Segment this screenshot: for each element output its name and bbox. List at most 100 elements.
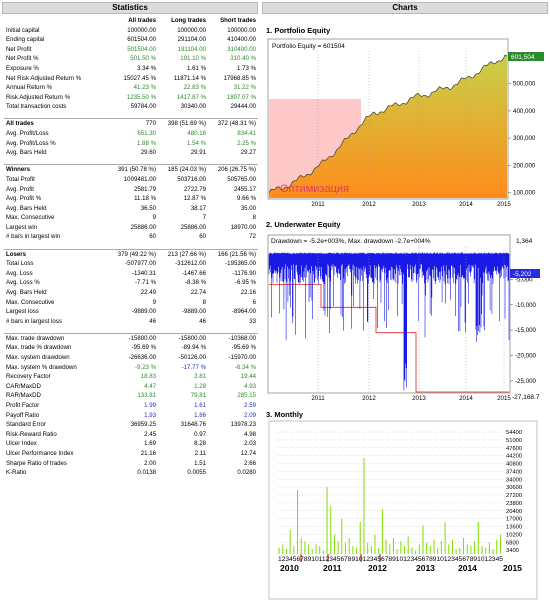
metric-row: Annual Return % 41.23 % 22.83 % 31.22 %	[4, 83, 258, 93]
metric-value: 0.0055	[187, 469, 206, 477]
metric-row: Ulcer Performance Index 21.16 2.11 12.74	[4, 449, 258, 459]
equity-chart: Portfolio Equity = 601504 Оптимизация 10…	[267, 38, 544, 208]
metric-value: 0.0138	[137, 469, 156, 477]
y-tick-label: 30600	[506, 485, 522, 491]
monthly-chart-title: 3. Monthly	[266, 410, 304, 419]
metric-label: All trades	[4, 118, 108, 130]
metric-value: -15800.00	[108, 332, 158, 344]
x-tick-label: 2011	[311, 395, 325, 402]
metric-label: Max. system % drawdown	[6, 363, 77, 371]
metric-label: Net Profit	[6, 45, 32, 53]
metric-row: # bars in largest loss 46 46 33	[4, 317, 258, 327]
metric-value: 213 (27.66 %)	[158, 248, 208, 260]
metric-value: 1.28	[194, 382, 206, 390]
metric-row: Recovery Factor 18.83 3.81 19.44	[4, 372, 258, 382]
metric-value: 100000.00	[127, 26, 156, 34]
metric-label: Avg. Profit/Loss %	[6, 139, 56, 147]
metric-row: Max. system % drawdown -9.23 % -17.77 % -6.…	[4, 363, 258, 373]
metric-value: 503716.00	[177, 175, 206, 183]
metric-row: Largest win 25886.00 25886.00 18970.00	[4, 223, 258, 233]
y-tick-label: 200,000	[513, 162, 536, 169]
metric-value: 9.66 %	[237, 195, 256, 203]
metric-value: 1.73 %	[237, 64, 256, 72]
year-label: 2013	[416, 563, 435, 573]
metric-value: 46	[149, 317, 156, 325]
metric-label: Total Loss	[6, 260, 34, 268]
metric-value: 30340.00	[180, 103, 206, 111]
metric-row: Standard Error 36959.25 31648.76 13978.23	[4, 420, 258, 430]
section-row: Winners 391 (50.78 %) 185 (24.03 %) 206 (26…	[4, 164, 258, 175]
metric-value: 2.03	[244, 440, 256, 448]
y-tick-label: -10,000	[515, 302, 537, 309]
metric-value: 19.44	[240, 373, 256, 381]
metric-value: 25886.00	[130, 223, 156, 231]
metric-row: Ending capital 601504.00 291104.00 410400.0…	[4, 35, 258, 45]
metric-value: 2.25 %	[237, 139, 256, 147]
metric-value: 11871.14 %	[173, 74, 206, 82]
metric-label: Avg. Loss %	[6, 279, 40, 287]
metric-row: Exposure % 3.34 % 1.61 % 1.73 %	[4, 64, 258, 74]
metric-value: 9	[152, 214, 156, 222]
y-tick-label: 6800	[506, 540, 519, 546]
metric-value: 0.0280	[237, 469, 256, 477]
metric-label: Avg. Profit	[6, 185, 34, 193]
metric-value: 1.51	[194, 459, 206, 467]
metric-row: Avg. Profit/Loss % 1.88 % 1.54 % 2.25 %	[4, 139, 258, 149]
metric-value: 25886.00	[180, 223, 206, 231]
metric-label: RAR/MaxDD	[6, 392, 41, 400]
y-tick-label: 20400	[506, 509, 522, 515]
metric-row: K-Ratio 0.0138 0.0055 0.0280	[4, 468, 258, 478]
metric-label: Exposure %	[6, 64, 39, 72]
optimization-label: Оптимизация	[280, 183, 349, 195]
metric-value: -95.69 %	[131, 344, 156, 352]
metric-label: Max. trade % drawdown	[6, 344, 72, 352]
metric-value: 310400.00	[227, 45, 256, 53]
y-tick-label: 47600	[506, 446, 522, 452]
monthly-chart: 54400 51000 47600 44200 4080037400 34000 30600…	[268, 420, 538, 600]
metric-label: Annual Return %	[6, 84, 53, 92]
metric-value: 33	[249, 317, 256, 325]
underwater-min-value: -27,168.7	[512, 394, 540, 401]
metric-row: Avg. Loss -1340.31 -1467.66 -1176.90	[4, 269, 258, 279]
metric-label: K-Ratio	[6, 469, 27, 477]
metric-row: Total Profit 1009481.00 503716.00 505765.00	[4, 175, 258, 185]
metric-label: Max. trade drawdown	[4, 332, 108, 344]
metric-value: 18970.00	[230, 223, 256, 231]
y-tick-label: 44200	[506, 454, 522, 460]
metric-value: -8964.00	[231, 308, 256, 316]
metric-row: Payoff Ratio 1.93 1.86 2.09	[4, 411, 258, 421]
metric-value: -15800.00	[158, 332, 208, 344]
year-label: 2015	[503, 563, 522, 573]
x-tick-label: 2012	[362, 201, 376, 208]
metric-label: Total transaction costs	[6, 103, 67, 111]
y-tick-label: 51000	[506, 438, 522, 444]
metric-value: 651.30	[137, 130, 156, 138]
y-tick-label: 500,000	[513, 81, 536, 88]
underwater-legend: Drawdown = -5.2e+003%, Max. drawdown -2.…	[271, 238, 431, 245]
metric-value: 2.66	[244, 459, 256, 467]
metric-label: Net Risk Adjusted Return %	[6, 74, 82, 82]
metric-value: 36.50	[140, 204, 156, 212]
metric-value: 834.41	[237, 130, 256, 138]
metric-row: Risk Adjusted Return % 1235.50 % 1417.87 %…	[4, 93, 258, 103]
metric-value: 285.15	[237, 392, 256, 400]
metric-value: 22.16	[240, 288, 256, 296]
metric-value: -6.34 %	[234, 363, 256, 371]
metric-label: Ulcer Performance Index	[6, 449, 74, 457]
metric-value: -312612.00	[175, 260, 206, 268]
metric-label: Max. Consecutive	[6, 214, 55, 222]
metric-value: 1009481.00	[123, 175, 156, 183]
section-row: All trades 770 398 (51.69 %) 372 (48.31 %)	[4, 118, 258, 130]
metric-label: Standard Error	[6, 421, 46, 429]
metric-value: 398 (51.69 %)	[158, 118, 208, 130]
year-label: 2011	[323, 563, 342, 573]
column-header: All trades	[128, 17, 156, 24]
statistics-header-row: All trades Long trades Short trades	[4, 16, 258, 26]
y-tick-label: 3400	[506, 548, 519, 554]
underwater-last-value: -5,202	[513, 271, 532, 278]
metric-value: 1.54 %	[187, 139, 206, 147]
underwater-chart-title: 2. Underwater Equity	[266, 220, 341, 229]
x-tick-label: 2013	[412, 395, 426, 402]
metric-value: 22.83 %	[183, 84, 206, 92]
metric-value: 2581.79	[133, 185, 156, 193]
